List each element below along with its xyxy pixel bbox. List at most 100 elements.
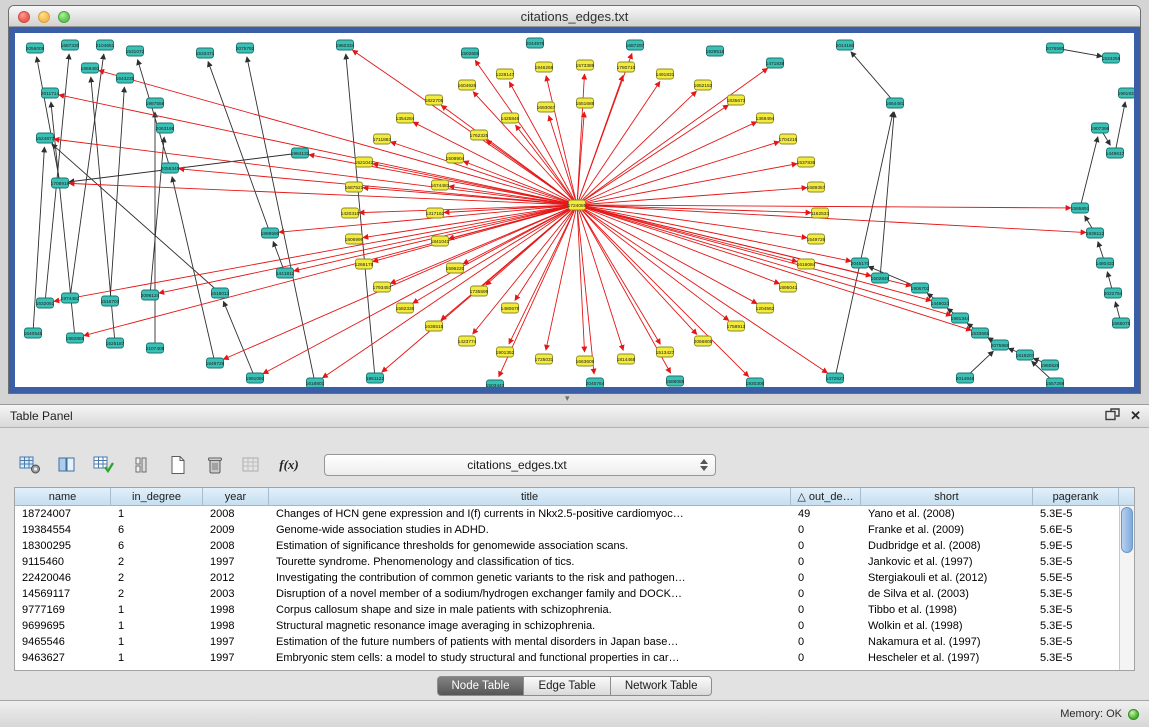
- graph-edge[interactable]: [150, 137, 164, 295]
- cell-pagerank[interactable]: 5.6E-5: [1033, 524, 1119, 536]
- graph-node[interactable]: 1549726: [807, 234, 826, 244]
- memory-status[interactable]: Memory: OK: [1060, 708, 1139, 720]
- graph-node[interactable]: 1471839: [766, 58, 785, 68]
- graph-edge[interactable]: [54, 205, 577, 301]
- cell-pagerank[interactable]: 5.5E-5: [1033, 572, 1119, 584]
- cell-in_degree[interactable]: 1: [111, 508, 203, 520]
- graph-node[interactable]: 1502849: [871, 273, 890, 283]
- graph-node[interactable]: 1704215: [779, 134, 798, 144]
- network-select[interactable]: citations_edges.txt: [324, 454, 716, 476]
- graph-node[interactable]: 1835673: [727, 95, 746, 105]
- graph-node[interactable]: 1503443: [486, 380, 505, 387]
- cell-in_degree[interactable]: 1: [111, 620, 203, 632]
- graph-node[interactable]: 1588085: [666, 376, 685, 386]
- graph-edge[interactable]: [110, 87, 124, 301]
- graph-node[interactable]: 1991938: [1118, 88, 1134, 98]
- graph-node[interactable]: 1480678: [501, 303, 520, 313]
- graph-node[interactable]: 1502655: [461, 48, 480, 58]
- cell-name[interactable]: 9465546: [15, 636, 111, 648]
- graph-edge[interactable]: [577, 164, 797, 205]
- column-header-pagerank[interactable]: pagerank: [1033, 488, 1119, 505]
- graph-node[interactable]: 1616084: [797, 259, 816, 269]
- cell-year[interactable]: 1997: [203, 636, 269, 648]
- graph-node[interactable]: 2107408: [146, 343, 165, 353]
- graph-node[interactable]: 1582336: [396, 303, 415, 313]
- graph-node[interactable]: 1425846: [501, 113, 520, 123]
- graph-node[interactable]: 1687297: [626, 40, 645, 50]
- graph-node[interactable]: 1991344: [951, 313, 970, 323]
- import-table-button[interactable]: [238, 451, 266, 479]
- graph-node[interactable]: 1822705: [425, 95, 444, 105]
- close-panel-button[interactable]: ✕: [1130, 408, 1141, 423]
- network-graph[interactable]: 1724085116253315497261616084189504112045…: [15, 33, 1134, 387]
- graph-node[interactable]: 1521042: [355, 157, 374, 167]
- graph-node[interactable]: 1317162: [426, 208, 445, 218]
- panel-divider-grip[interactable]: ▾: [565, 393, 570, 403]
- cell-title[interactable]: Tourette syndrome. Phenomenology and cla…: [269, 556, 791, 568]
- cell-short[interactable]: Yano et al. (2008): [861, 508, 1033, 520]
- tab-node-table[interactable]: Node Table: [437, 676, 525, 696]
- graph-node[interactable]: 2014948: [956, 373, 975, 383]
- graph-node[interactable]: 1689357: [807, 182, 826, 192]
- graph-node[interactable]: 1899590: [261, 228, 280, 238]
- cell-short[interactable]: Wolkin et al. (1998): [861, 620, 1033, 632]
- table-row[interactable]: 946554611997Estimation of the future num…: [15, 634, 1119, 650]
- graph-node[interactable]: 2022754: [1104, 288, 1123, 298]
- graph-node[interactable]: 1960528: [1041, 360, 1060, 370]
- graph-node[interactable]: 1534259: [1102, 53, 1121, 63]
- cell-in_degree[interactable]: 6: [111, 524, 203, 536]
- graph-node[interactable]: 2011714: [41, 88, 60, 98]
- graph-node[interactable]: 2063198: [156, 123, 175, 133]
- graph-node[interactable]: 1687330: [61, 40, 80, 50]
- cell-short[interactable]: Jankovic et al. (1997): [861, 556, 1033, 568]
- graph-node[interactable]: 1762325: [470, 130, 489, 140]
- cell-short[interactable]: de Silva et al. (2003): [861, 588, 1033, 600]
- graph-edge[interactable]: [99, 70, 577, 205]
- graph-node[interactable]: 1423774: [458, 336, 477, 346]
- cell-year[interactable]: 2003: [203, 588, 269, 600]
- cell-out_de[interactable]: 0: [791, 620, 861, 632]
- graph-node[interactable]: 1841041: [431, 236, 450, 246]
- graph-node[interactable]: 1814468: [617, 354, 636, 364]
- graph-edge[interactable]: [577, 188, 807, 205]
- graph-node[interactable]: 1664481: [886, 98, 905, 108]
- table-row[interactable]: 1872400712008Changes of HCN gene express…: [15, 506, 1119, 522]
- table-check-button[interactable]: [90, 451, 118, 479]
- graph-node[interactable]: 1693067: [537, 102, 556, 112]
- graph-edge[interactable]: [577, 205, 729, 321]
- graph-node[interactable]: 1907396: [1091, 123, 1110, 133]
- table-row[interactable]: 969969511998Structural magnetic resonanc…: [15, 618, 1119, 634]
- graph-edge[interactable]: [549, 116, 577, 205]
- cell-title[interactable]: Corpus callosum shape and size in male p…: [269, 604, 791, 616]
- cell-name[interactable]: 9777169: [15, 604, 111, 616]
- tab-network-table[interactable]: Network Table: [611, 676, 713, 696]
- graph-node[interactable]: 1663609: [576, 356, 595, 366]
- scrollbar-thumb[interactable]: [1121, 507, 1133, 553]
- table-row[interactable]: 911546021997Tourette syndrome. Phenomeno…: [15, 554, 1119, 570]
- delete-button[interactable]: [201, 451, 229, 479]
- cell-pagerank[interactable]: 5.3E-5: [1033, 556, 1119, 568]
- graph-node[interactable]: 1565075: [1112, 318, 1131, 328]
- cell-pagerank[interactable]: 5.3E-5: [1033, 620, 1119, 632]
- graph-node[interactable]: 1687521: [345, 182, 364, 192]
- graph-node[interactable]: 1780710: [617, 62, 636, 72]
- graph-edge[interactable]: [880, 112, 894, 278]
- cell-pagerank[interactable]: 5.3E-5: [1033, 636, 1119, 648]
- cell-year[interactable]: 1998: [203, 604, 269, 616]
- cell-name[interactable]: 9115460: [15, 556, 111, 568]
- graph-node[interactable]: 1551688: [576, 98, 595, 108]
- cell-title[interactable]: Structural magnetic resonance image aver…: [269, 620, 791, 632]
- cell-title[interactable]: Estimation of the future numbers of pati…: [269, 636, 791, 648]
- graph-node[interactable]: 1708919: [51, 178, 70, 188]
- graph-node[interactable]: 1533471: [196, 48, 215, 58]
- cell-short[interactable]: Dudbridge et al. (2008): [861, 540, 1033, 552]
- graph-node[interactable]: 1640545: [24, 328, 43, 338]
- cell-in_degree[interactable]: 2: [111, 588, 203, 600]
- cell-out_de[interactable]: 0: [791, 652, 861, 664]
- graph-node[interactable]: 1632061: [36, 298, 55, 308]
- column-header-name[interactable]: name: [15, 488, 111, 505]
- graph-edge[interactable]: [1080, 137, 1098, 208]
- graph-node[interactable]: 1449617: [1106, 148, 1125, 158]
- graph-edge[interactable]: [37, 57, 60, 183]
- graph-node[interactable]: 1974482: [61, 293, 80, 303]
